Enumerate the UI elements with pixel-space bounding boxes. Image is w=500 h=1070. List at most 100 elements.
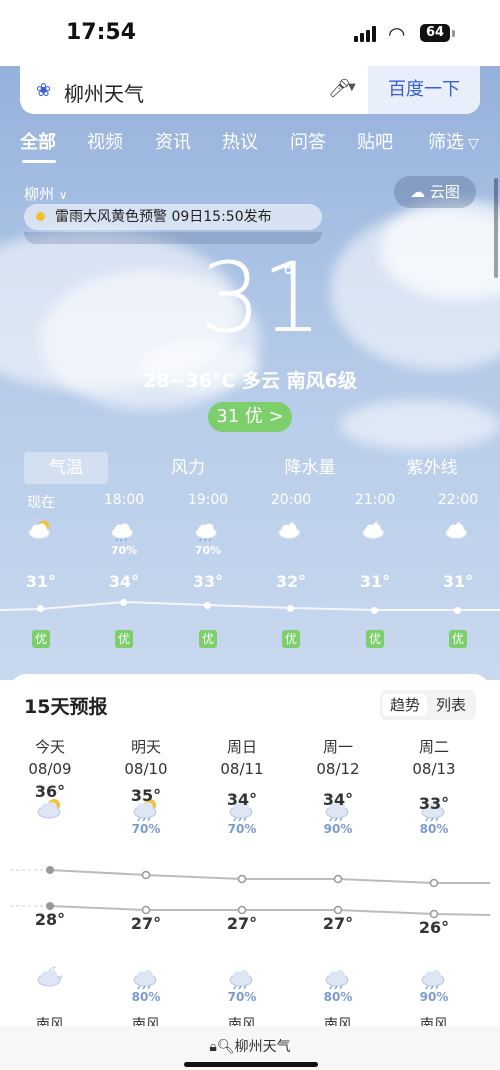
hour-precip: 70% [194,544,222,557]
hour-time: 19:00 [187,492,229,508]
battery-icon: 64 [420,24,450,42]
current-temperature: 31 [200,242,323,354]
day-name: 周一 [322,738,353,756]
tab-all[interactable]: 全部 [20,128,56,154]
day-name: 周日 [226,738,257,756]
day-low-temp: 27° [322,914,354,933]
status-time: 17:54 [66,20,137,45]
day-precip: 70% [227,822,257,836]
search-button[interactable]: 百度一下 [368,66,480,114]
hour-aqi-badge: 优 [199,630,217,648]
sun-cloud-icon [27,518,55,542]
hour-time: 现在 [27,495,55,511]
hour-temp: 31° [359,572,391,591]
tab-filter[interactable]: 筛选 ▽ [428,128,479,154]
night-precip: 80% [131,990,161,1004]
hourly-item: 21:00 31° 优 [345,492,405,648]
forecast-day[interactable]: 周日 08/11 70% 34° 27° 70% 南风 [202,736,282,1033]
forecast-day[interactable]: 周一 08/12 90% 34° 27° 80% 南风 [298,736,378,1033]
day-name: 今天 [34,738,65,756]
hour-temp: 31° [442,572,474,591]
day-date: 08/10 [124,760,168,778]
scrollbar[interactable] [494,178,498,278]
toggle-trend[interactable]: 趋势 [383,694,427,716]
day-name: 周二 [418,738,449,756]
hourly-item: 18:00 70% 34° 优 [94,492,154,648]
hourly-item: 现在 31° 优 [11,492,71,648]
forecast-day[interactable]: 明天 08/10 70% 35° 27° 80% 南风 [106,736,186,1033]
tab-uv[interactable]: 紫外线 [390,452,474,484]
hour-aqi-badge: 优 [115,630,133,648]
active-tab-indicator [22,160,56,163]
hour-temp: 32° [275,572,307,591]
rain-cloud-icon [228,964,258,990]
day-date: 08/13 [412,760,456,778]
home-indicator[interactable] [184,1062,318,1067]
toggle-list[interactable]: 列表 [429,694,473,716]
forecast-title: 15天预报 [24,696,108,718]
rain-cloud-icon [110,518,138,542]
day-high-temp: 33° [418,794,450,813]
lock-icon: 🔒︎ [209,1039,217,1055]
hour-temp-dot [287,605,294,612]
night-precip: 70% [227,990,257,1004]
location-label: 柳州 [24,185,55,203]
aqi-badge[interactable]: 31 优 > [208,402,292,432]
search-bar[interactable]: ❀ 柳州天气 🎤︎ ▼ 百度一下 [20,66,480,114]
alert-text: 雷雨大风黄色预警 09日15:50发布 [55,209,272,225]
rain-cloud-icon [324,964,354,990]
hour-temp: 33° [192,572,224,591]
tab-temperature[interactable]: 气温 [24,452,108,484]
day-high-temp: 34° [226,790,258,809]
result-tabs: 全部 视频 资讯 热议 问答 贴吧 筛选 ▽ [0,128,500,163]
hour-temp: 31° [25,572,57,591]
address-text: 柳州天气 [234,1039,291,1055]
night-precip: 80% [323,990,353,1004]
location-selector[interactable]: 柳州 ∨ [24,183,68,204]
hourly-item: 20:00 32° 优 [261,492,321,648]
tab-discussion[interactable]: 热议 [222,128,258,154]
moon-cloud-icon [277,518,305,542]
rain-cloud-icon [132,964,162,990]
wifi-icon: ◠ [388,22,406,46]
day-low-temp: 28° [34,910,66,929]
tab-tieba[interactable]: 贴吧 [357,128,393,154]
moon-cloud-icon [444,518,472,542]
view-toggle: 趋势 列表 [380,690,476,720]
current-summary: 28~36°C 多云 南风6级 [143,370,357,392]
forecast-day[interactable]: 周二 08/13 80% 33° 26° 90% 南风 [394,736,474,1033]
weather-alert[interactable]: 雷雨大风黄色预警 09日15:50发布 [24,204,322,230]
day-precip: 70% [131,822,161,836]
filter-icon: ▽ [468,136,479,152]
hour-temp-dot [120,599,127,606]
status-bar: 17:54 ◠ 64 [0,0,500,66]
day-precip: 80% [419,822,449,836]
rain-cloud-icon [194,518,222,542]
chevron-down-icon: ∨ [58,188,68,202]
forecast-day[interactable]: 今天 08/09 36° 28° 南风 [10,736,90,1033]
search-icon: 🔍︎ [216,1039,235,1055]
hourly-item: 19:00 70% 33° 优 [178,492,238,648]
tab-video[interactable]: 视频 [87,128,123,154]
tab-wind[interactable]: 风力 [146,452,230,484]
search-input[interactable]: 柳州天气 [64,78,144,107]
battery-tip [452,30,455,37]
moon-cloud-icon [36,964,66,990]
filter-label: 筛选 [428,132,464,153]
hourly-item: 22:00 31° 优 [428,492,488,648]
day-high-temp: 36° [34,782,66,801]
degree-symbol: ° [282,262,295,292]
tab-precipitation[interactable]: 降水量 [268,452,352,484]
hour-temp-dot [37,605,44,612]
cloud-map-icon: ☁ [410,183,426,201]
cloud-map-button[interactable]: ☁ 云图 [394,176,476,208]
day-date: 08/11 [220,760,264,778]
hour-aqi-badge: 优 [366,630,384,648]
tab-news[interactable]: 资讯 [155,128,191,154]
chevron-down-icon[interactable]: ▼ [348,82,356,93]
day-name: 明天 [130,738,161,756]
tab-qa[interactable]: 问答 [290,128,326,154]
hour-time: 22:00 [437,492,479,508]
hour-temp-dot [454,607,461,614]
hour-time: 21:00 [354,492,396,508]
